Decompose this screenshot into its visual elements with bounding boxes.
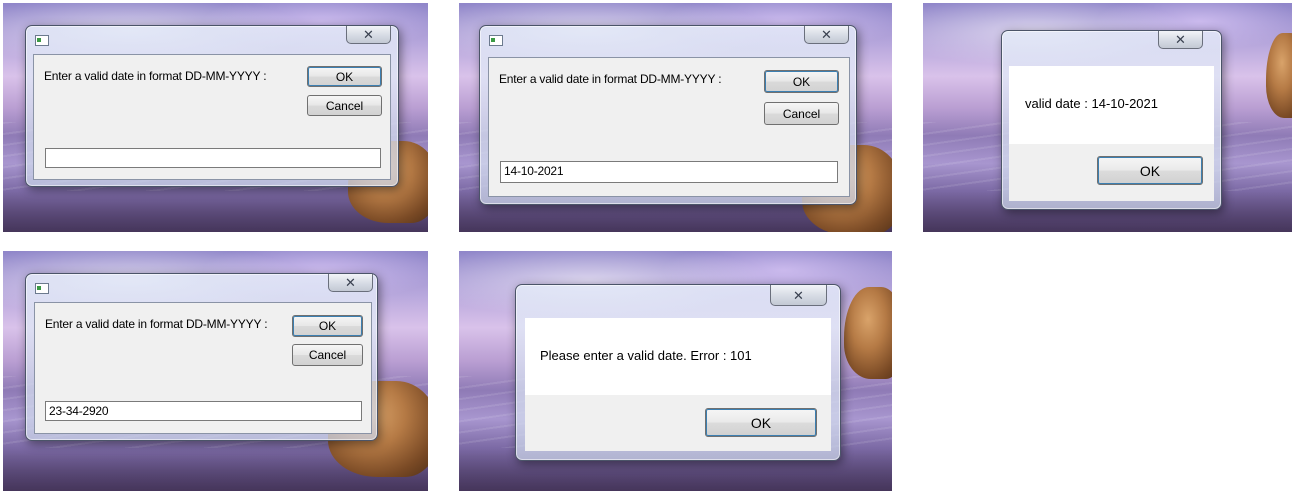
close-icon: ✕ [793,287,804,303]
input-dialog: ✕ Enter a valid date in format DD-MM-YYY… [25,25,399,187]
dialog-client-area: Enter a valid date in format DD-MM-YYYY … [34,302,372,434]
app-icon [35,283,49,294]
dialog-client-area: Enter a valid date in format DD-MM-YYYY … [33,54,391,180]
screenshot-invalid-input: ✕ Enter a valid date in format DD-MM-YYY… [3,251,428,491]
desktop-rock [1266,33,1292,118]
close-button[interactable]: ✕ [804,26,849,44]
screenshot-valid-message: ✕ valid date : 14-10-2021 OK [923,3,1292,232]
message-footer: OK [1009,144,1214,201]
input-dialog: ✕ Enter a valid date in format DD-MM-YYY… [479,25,857,205]
close-icon: ✕ [1175,32,1186,47]
screenshot-empty-input: ✕ Enter a valid date in format DD-MM-YYY… [3,3,428,232]
app-icon [35,35,49,46]
close-button[interactable]: ✕ [328,274,373,292]
close-icon: ✕ [363,27,374,42]
app-icon [489,35,503,46]
close-icon: ✕ [345,275,356,290]
screenshot-valid-input: ✕ Enter a valid date in format DD-MM-YYY… [459,3,892,232]
cancel-button[interactable]: Cancel [292,344,363,366]
message-box: ✕ valid date : 14-10-2021 OK [1001,30,1222,210]
ok-button[interactable]: OK [705,408,817,437]
prompt-label: Enter a valid date in format DD-MM-YYYY … [45,317,268,331]
date-input[interactable] [45,148,381,168]
prompt-label: Enter a valid date in format DD-MM-YYYY … [44,69,267,83]
close-icon: ✕ [821,27,832,42]
close-button[interactable]: ✕ [1158,31,1203,49]
message-footer: OK [525,395,831,451]
ok-button[interactable]: OK [307,66,382,87]
ok-button[interactable]: OK [764,70,839,93]
message-text: valid date : 14-10-2021 [1025,96,1158,111]
ok-button[interactable]: OK [292,315,363,337]
date-input[interactable]: 23-34-2920 [45,401,362,421]
date-input[interactable]: 14-10-2021 [500,161,838,183]
screenshot-error-message: ✕ Please enter a valid date. Error : 101… [459,251,892,491]
message-area: valid date : 14-10-2021 [1009,66,1214,144]
message-text: Please enter a valid date. Error : 101 [540,348,752,363]
cancel-button[interactable]: Cancel [307,95,382,116]
dialog-client-area: Enter a valid date in format DD-MM-YYYY … [488,57,850,197]
message-box: ✕ Please enter a valid date. Error : 101… [515,284,841,461]
ok-button[interactable]: OK [1097,156,1203,185]
close-button[interactable]: ✕ [770,285,827,306]
message-area: Please enter a valid date. Error : 101 [525,318,831,395]
desktop-rock [844,287,892,379]
cancel-button[interactable]: Cancel [764,102,839,125]
input-dialog: ✕ Enter a valid date in format DD-MM-YYY… [25,273,378,441]
close-button[interactable]: ✕ [346,26,391,44]
prompt-label: Enter a valid date in format DD-MM-YYYY … [499,72,722,86]
